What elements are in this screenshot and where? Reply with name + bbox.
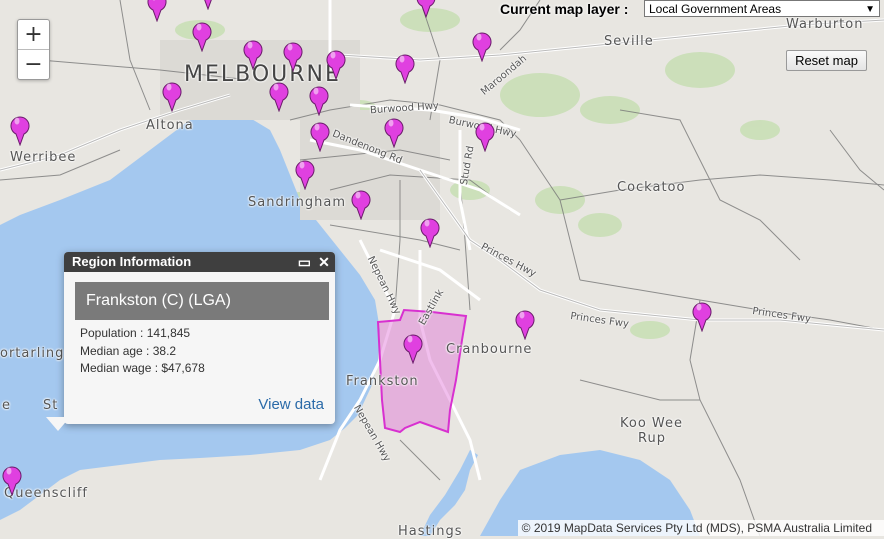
location-pin-icon[interactable] [2,462,22,496]
location-pin-icon[interactable] [395,50,415,84]
location-pin-icon[interactable] [295,156,315,190]
place-label-e: e [2,398,11,413]
location-pin-icon[interactable] [243,36,263,70]
location-pin-icon[interactable] [515,306,535,340]
location-pin-icon[interactable] [692,298,712,332]
region-info-popup: Region Information ▭ ✕ Frankston (C) (LG… [64,252,335,424]
map-layer-select[interactable]: Local Government Areas ▼ [644,0,880,17]
location-pin-icon[interactable] [10,112,30,146]
reset-map-button[interactable]: Reset map [786,50,867,71]
place-label-sandringham: Sandringham [248,195,347,210]
median-age-text: Median age : 38.2 [80,344,177,358]
close-icon[interactable]: ✕ [317,252,331,272]
location-pin-icon[interactable] [472,28,492,62]
location-pin-icon[interactable] [283,38,303,72]
location-pin-icon[interactable] [475,118,495,152]
location-pin-icon[interactable] [351,186,371,220]
place-label-warburton: Warburton [786,17,864,32]
window-minimize-icon[interactable]: ▭ [297,252,311,272]
location-pin-icon[interactable] [384,114,404,148]
zoom-in-button[interactable]: + [18,20,49,49]
location-pin-icon[interactable] [326,46,346,80]
zoom-control: + − [17,19,50,80]
map-layer-label: Current map layer : [500,1,629,17]
popup-pointer [46,417,70,431]
location-pin-icon[interactable] [162,78,182,112]
place-label-cockatoo: Cockatoo [617,180,686,195]
location-pin-icon[interactable] [310,118,330,152]
place-label-seville: Seville [604,34,654,49]
place-label-hastings: Hastings [398,524,463,539]
location-pin-icon[interactable] [403,330,423,364]
map-attribution: © 2019 MapData Services Pty Ltd (MDS), P… [517,520,884,536]
place-label-rup: Rup [638,431,666,446]
place-label-werribee: Werribee [10,150,77,165]
region-title: Frankston (C) (LGA) [75,282,329,320]
location-pin-icon[interactable] [147,0,167,22]
popup-header: Region Information ▭ ✕ [64,252,335,272]
popup-header-title: Region Information [72,254,192,269]
location-pin-icon[interactable] [198,0,218,10]
place-label-koo-wee: Koo Wee [620,416,684,431]
location-pin-icon[interactable] [416,0,436,18]
population-text: Population : 141,845 [80,326,191,340]
zoom-out-button[interactable]: − [18,49,49,79]
dropdown-arrow-icon: ▼ [865,4,875,15]
place-label-st: St [43,398,59,413]
place-label-portarlington: ortarling [0,346,65,361]
map-layer-selected-value: Local Government Areas [649,2,782,16]
location-pin-icon[interactable] [309,82,329,116]
location-pin-icon[interactable] [192,18,212,52]
median-wage-text: Median wage : $47,678 [80,361,205,375]
location-pin-icon[interactable] [269,78,289,112]
place-label-altona: Altona [146,118,194,133]
location-pin-icon[interactable] [420,214,440,248]
place-label-cranbourne: Cranbourne [446,342,533,357]
view-data-link[interactable]: View data [258,396,324,413]
place-label-frankston: Frankston [346,374,419,389]
